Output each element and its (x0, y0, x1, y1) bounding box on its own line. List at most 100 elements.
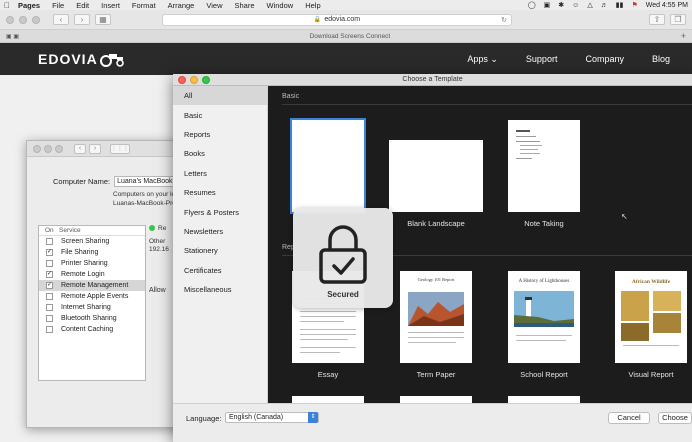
nav-company[interactable]: Company (585, 54, 624, 65)
share-icon[interactable]: ⇧ (649, 14, 665, 25)
sharing-zoom-button[interactable] (55, 144, 63, 153)
cancel-button[interactable]: Cancel (608, 412, 650, 424)
zoom-button[interactable] (32, 15, 40, 24)
thumb-next-row[interactable] (400, 396, 472, 403)
service-checkbox[interactable] (46, 293, 53, 300)
category-item[interactable]: Stationery (173, 241, 267, 260)
battery-icon[interactable]: ▮▮ (616, 1, 624, 9)
screen-sharing-icon[interactable]: ◯ (528, 1, 536, 9)
language-select[interactable]: English (Canada) ⇕ (225, 412, 319, 423)
language-label: Language: (186, 414, 222, 423)
category-item[interactable]: Letters (173, 164, 267, 183)
template-blank[interactable] (290, 118, 366, 219)
url-text: edovia.com (324, 16, 361, 23)
service-checkbox[interactable] (46, 260, 53, 267)
menu-edit[interactable]: Edit (76, 1, 89, 10)
menu-format[interactable]: Format (132, 1, 156, 10)
category-item[interactable]: Miscellaneous (173, 280, 267, 299)
col-on: On (45, 227, 54, 234)
menu-window[interactable]: Window (267, 1, 294, 10)
airplay-icon[interactable]: △ (587, 1, 592, 9)
address-bar[interactable]: 🔒 edovia.com ↻ (162, 13, 512, 26)
thumb-next-row[interactable] (508, 396, 580, 403)
category-item[interactable]: Newsletters (173, 222, 267, 241)
nav-blog[interactable]: Blog (652, 54, 670, 65)
service-row[interactable]: Printer Sharing (39, 258, 145, 269)
volume-icon[interactable]: ♬ (601, 2, 608, 9)
service-row[interactable]: Content Caching (39, 324, 145, 335)
category-item[interactable]: Resumes (173, 183, 267, 202)
remote-icon[interactable]: ▣ (544, 1, 551, 9)
service-list[interactable]: On Service Screen Sharing ✓ File Sharing Pr… (38, 225, 146, 381)
desc-line-1: Computers on your lo (113, 191, 176, 198)
service-checkbox[interactable] (46, 304, 53, 311)
menu-arrange[interactable]: Arrange (168, 1, 195, 10)
service-checkbox[interactable] (46, 238, 53, 245)
service-checkbox[interactable]: ✓ (46, 271, 53, 278)
menu-share[interactable]: Share (234, 1, 254, 10)
flag-icon[interactable]: ⚑ (631, 1, 637, 9)
apple-icon[interactable]:  (4, 1, 10, 10)
category-item[interactable]: Flyers & Posters (173, 202, 267, 221)
menu-view[interactable]: View (206, 1, 222, 10)
reload-icon[interactable]: ↻ (501, 16, 507, 24)
category-item[interactable]: Books (173, 144, 267, 163)
service-checkbox[interactable] (46, 326, 53, 333)
wifi-icon[interactable]: ☺ (572, 2, 579, 9)
allow-text: Allow (149, 287, 166, 294)
template-term-paper[interactable]: Geology 101 Report Term Paper (400, 271, 472, 379)
menu-app-name[interactable]: Pages (18, 1, 40, 10)
service-row[interactable]: ✓ Remote Management (39, 280, 145, 291)
category-item[interactable]: Reports (173, 125, 267, 144)
sharing-close-button[interactable] (33, 144, 41, 153)
minimize-button[interactable] (19, 15, 27, 24)
choose-button[interactable]: Choose (658, 412, 692, 424)
service-checkbox[interactable]: ✓ (46, 282, 53, 289)
sharing-minimize-button[interactable] (44, 144, 52, 153)
forward-button[interactable]: › (74, 14, 90, 25)
service-checkbox[interactable]: ✓ (46, 249, 53, 256)
site-logo[interactable]: EDOVIA (38, 51, 126, 67)
menu-insert[interactable]: Insert (101, 1, 120, 10)
tabs-icon[interactable]: ❐ (670, 14, 686, 25)
service-row[interactable]: Screen Sharing (39, 236, 145, 247)
tab-title[interactable]: Download Screens Connect (19, 33, 681, 40)
status-dot-icon (149, 225, 155, 232)
category-item[interactable]: Basic (173, 105, 267, 124)
new-tab-icon[interactable]: + (681, 31, 686, 41)
menu-file[interactable]: File (52, 1, 64, 10)
clock[interactable]: Wed 4:55 PM (646, 2, 688, 9)
service-row[interactable]: Internet Sharing (39, 302, 145, 313)
close-button[interactable] (6, 15, 14, 24)
thumb-next-row[interactable] (292, 396, 364, 403)
service-name: Bluetooth Sharing (61, 315, 117, 322)
template-chooser-window: Choose a Template All Basic Reports Books Le… (173, 74, 692, 442)
sharing-forward-button[interactable]: › (89, 143, 101, 154)
bluetooth-icon[interactable]: ✱ (558, 1, 564, 9)
template-blank-landscape[interactable]: Blank Landscape (389, 140, 483, 228)
nav-support[interactable]: Support (526, 54, 558, 65)
tab-favicon-icon: ▣ ▣ (6, 33, 20, 40)
service-checkbox[interactable] (46, 315, 53, 322)
sidebar-icon[interactable]: ▦ (95, 14, 111, 25)
sharing-back-button[interactable]: ‹ (74, 143, 86, 154)
language-value: English (Canada) (229, 414, 284, 421)
thumb-visual-report: African Wildlife (615, 271, 687, 363)
show-all-grid-icon[interactable]: ⋮⋮⋮ (110, 143, 130, 154)
nav-apps[interactable]: Apps ⌄ (467, 54, 498, 65)
category-sidebar: All Basic Reports Books Letters Resumes Flyers… (173, 86, 268, 403)
menu-help[interactable]: Help (305, 1, 320, 10)
back-button[interactable]: ‹ (53, 14, 69, 25)
service-row[interactable]: ✓ Remote Login (39, 269, 145, 280)
category-item[interactable]: Certificates (173, 261, 267, 280)
template-note-taking[interactable]: Note Taking (508, 120, 580, 228)
service-row[interactable]: ✓ File Sharing (39, 247, 145, 258)
category-item[interactable]: All (173, 86, 267, 106)
template-visual-report[interactable]: African Wildlife Visual Report (615, 271, 687, 379)
template-label: Visual Report (628, 370, 674, 379)
service-row[interactable]: Remote Apple Events (39, 291, 145, 302)
template-school-report[interactable]: A History of Lighthouses School Report (508, 271, 580, 379)
computer-name-field[interactable]: Luana's MacBook (114, 176, 175, 187)
safari-toolbar: ‹ › ▦ 🔒 edovia.com ↻ ⇧ ❐ (0, 10, 692, 30)
service-row[interactable]: Bluetooth Sharing (39, 313, 145, 324)
